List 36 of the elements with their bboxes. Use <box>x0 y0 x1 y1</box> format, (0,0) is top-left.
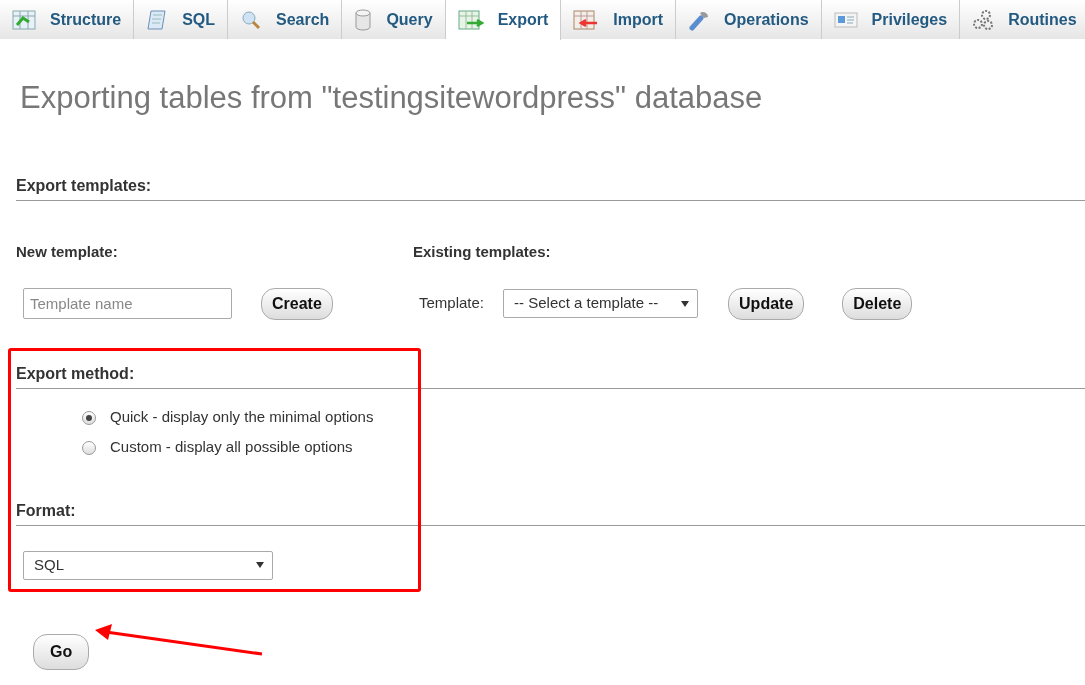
radio-button[interactable] <box>82 410 96 425</box>
radio-label: Quick - display only the minimal options <box>110 407 374 428</box>
radio-button[interactable] <box>82 440 96 455</box>
section-heading: Export method: <box>16 361 1085 389</box>
template-select[interactable]: -- Select a template -- <box>503 289 699 319</box>
tab[interactable]: Privileges <box>821 0 961 39</box>
update-button[interactable]: Update <box>728 287 805 320</box>
section-heading: Format: <box>16 498 1085 526</box>
tab[interactable]: Import <box>561 0 677 39</box>
format-select[interactable]: SQL <box>23 550 273 580</box>
scroll-icon <box>146 8 169 31</box>
table-arrow-icon <box>457 10 484 30</box>
tab[interactable]: SQL <box>134 0 228 39</box>
caret-icon <box>256 562 264 569</box>
template-name-field[interactable]: Template name <box>23 288 232 320</box>
create-button[interactable]: Create <box>261 287 333 320</box>
template-label: Template: <box>419 293 485 314</box>
tab[interactable]: Structure <box>0 0 135 39</box>
caret-icon <box>681 300 690 307</box>
page-title: Exporting tables from "testingsitewordpress" database <box>20 79 764 117</box>
tab[interactable]: Export <box>445 0 562 40</box>
table-arrow-icon <box>573 9 600 30</box>
subsection-heading: Existing templates: <box>413 242 552 263</box>
radio-label: Custom - display all possible options <box>110 437 353 458</box>
go-button[interactable]: Go <box>33 633 90 670</box>
id-card-icon <box>833 10 858 29</box>
search-icon <box>240 8 262 31</box>
cylinder-icon <box>354 8 373 31</box>
tab[interactable]: Search <box>228 0 343 39</box>
table-icon <box>12 9 36 30</box>
delete-button[interactable]: Delete <box>842 287 913 320</box>
tab[interactable]: Query <box>342 0 446 39</box>
subsection-heading: New template: <box>16 242 119 263</box>
section-heading: Export templates: <box>16 174 1085 202</box>
gears-icon <box>972 8 995 31</box>
tab[interactable]: Operations <box>676 0 822 39</box>
